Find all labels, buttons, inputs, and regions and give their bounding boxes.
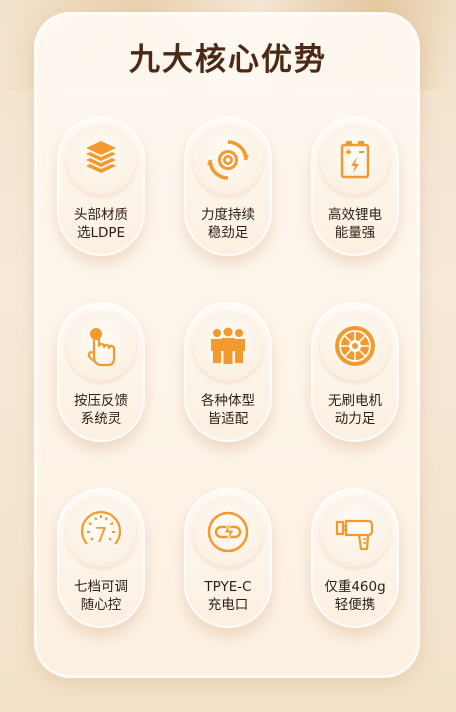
gauge-digit: 7 [95, 523, 108, 547]
feature-label-line1: 按压反馈 [74, 393, 128, 409]
feature-card-power: 力度持续 稳劲足 [184, 116, 272, 256]
feature-label-line1: 无刷电机 [328, 393, 382, 409]
feature-card-press: 按压反馈 系统灵 [57, 302, 145, 442]
feature-label-line2: 皆适配 [207, 411, 249, 427]
feature-label-line2: 动力足 [334, 411, 376, 427]
feature-card-speed: 7 七档可调 随心控 [57, 488, 145, 628]
feature-label-line1: TPYE-C [204, 579, 252, 595]
feature-card-weight: 仅重460g 轻便携 [311, 488, 399, 628]
feature-label-line1: 七档可调 [74, 579, 128, 595]
feature-card-charge: TPYE-C 充电口 [184, 488, 272, 628]
feature-card-ldpe: 头部材质 选LDPE [57, 116, 145, 256]
feature-label-line2: 轻便携 [334, 597, 376, 613]
people-group-icon [193, 311, 263, 381]
feature-label-line2: 选LDPE [76, 225, 126, 241]
press-finger-icon [66, 311, 136, 381]
feature-label-line1: 仅重460g [324, 579, 386, 595]
massage-gun-icon [320, 497, 390, 567]
layers-icon [66, 125, 136, 195]
feature-label-line2: 充电口 [207, 597, 249, 613]
battery-icon [320, 125, 390, 195]
feature-card-battery: 高效锂电 能量强 [311, 116, 399, 256]
feature-card-motor: 无刷电机 动力足 [311, 302, 399, 442]
feature-label-line1: 力度持续 [201, 207, 255, 223]
feature-label-line1: 高效锂电 [328, 207, 382, 223]
feature-label-line1: 各种体型 [201, 393, 255, 409]
feature-label-line2: 稳劲足 [207, 225, 249, 241]
charge-plug-icon [193, 497, 263, 567]
feature-label-line2: 随心控 [80, 597, 122, 613]
power-cycle-icon [193, 125, 263, 195]
speed-gauge-icon: 7 [66, 497, 136, 567]
page-title: 九大核心优势 [129, 42, 327, 78]
feature-label-line2: 系统灵 [80, 411, 122, 427]
feature-label-line1: 头部材质 [74, 207, 128, 223]
feature-label-line2: 能量强 [334, 225, 376, 241]
feature-card-body: 各种体型 皆适配 [184, 302, 272, 442]
motor-icon [320, 311, 390, 381]
